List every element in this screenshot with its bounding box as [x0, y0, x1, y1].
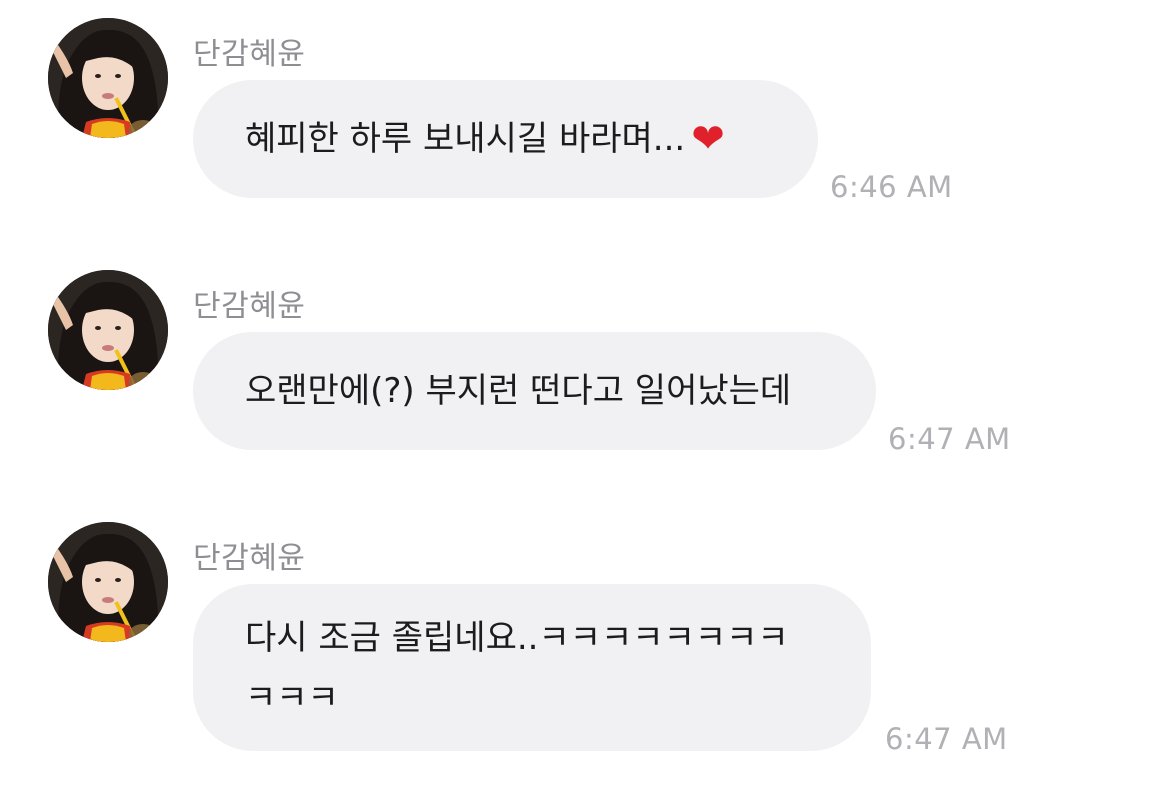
avatar[interactable] [48, 522, 168, 642]
message-text: 다시 조금 졸립네요..ㅋㅋㅋㅋㅋㅋㅋㅋ ㅋㅋㅋ [245, 617, 789, 718]
avatar-photo [48, 522, 168, 642]
message-bubble[interactable]: 다시 조금 졸립네요..ㅋㅋㅋㅋㅋㅋㅋㅋ ㅋㅋㅋ [193, 584, 871, 751]
sender-name: 단감혜윤 [193, 37, 306, 72]
message-text: 혜피한 하루 보내시길 바라며... [245, 119, 686, 159]
message-timestamp: 6:47 AM [888, 422, 1011, 456]
message-text: 오랜만에(?) 부지런 떤다고 일어났는데 [245, 371, 792, 411]
avatar[interactable] [48, 18, 168, 138]
message-timestamp: 6:46 AM [830, 170, 953, 204]
message-row: 단감혜윤 오랜만에(?) 부지런 떤다고 일어났는데 6:47 AM [0, 252, 1170, 462]
message-bubble[interactable]: 혜피한 하루 보내시길 바라며... ❤ [193, 80, 818, 198]
chat-thread: 단감혜윤 혜피한 하루 보내시길 바라며... ❤ 6:46 AM 단감혜윤 오… [0, 0, 1170, 791]
message-row: 단감혜윤 혜피한 하루 보내시길 바라며... ❤ 6:46 AM [0, 0, 1170, 210]
avatar-photo [48, 18, 168, 138]
avatar-photo [48, 270, 168, 390]
message-row: 단감혜윤 다시 조금 졸립네요..ㅋㅋㅋㅋㅋㅋㅋㅋ ㅋㅋㅋ 6:47 AM [0, 504, 1170, 791]
message-bubble[interactable]: 오랜만에(?) 부지런 떤다고 일어났는데 [193, 332, 876, 450]
sender-name: 단감혜윤 [193, 289, 306, 324]
heart-emoji-icon: ❤ [691, 116, 725, 162]
sender-name: 단감혜윤 [193, 541, 306, 576]
message-timestamp: 6:47 AM [885, 722, 1008, 756]
avatar[interactable] [48, 270, 168, 390]
